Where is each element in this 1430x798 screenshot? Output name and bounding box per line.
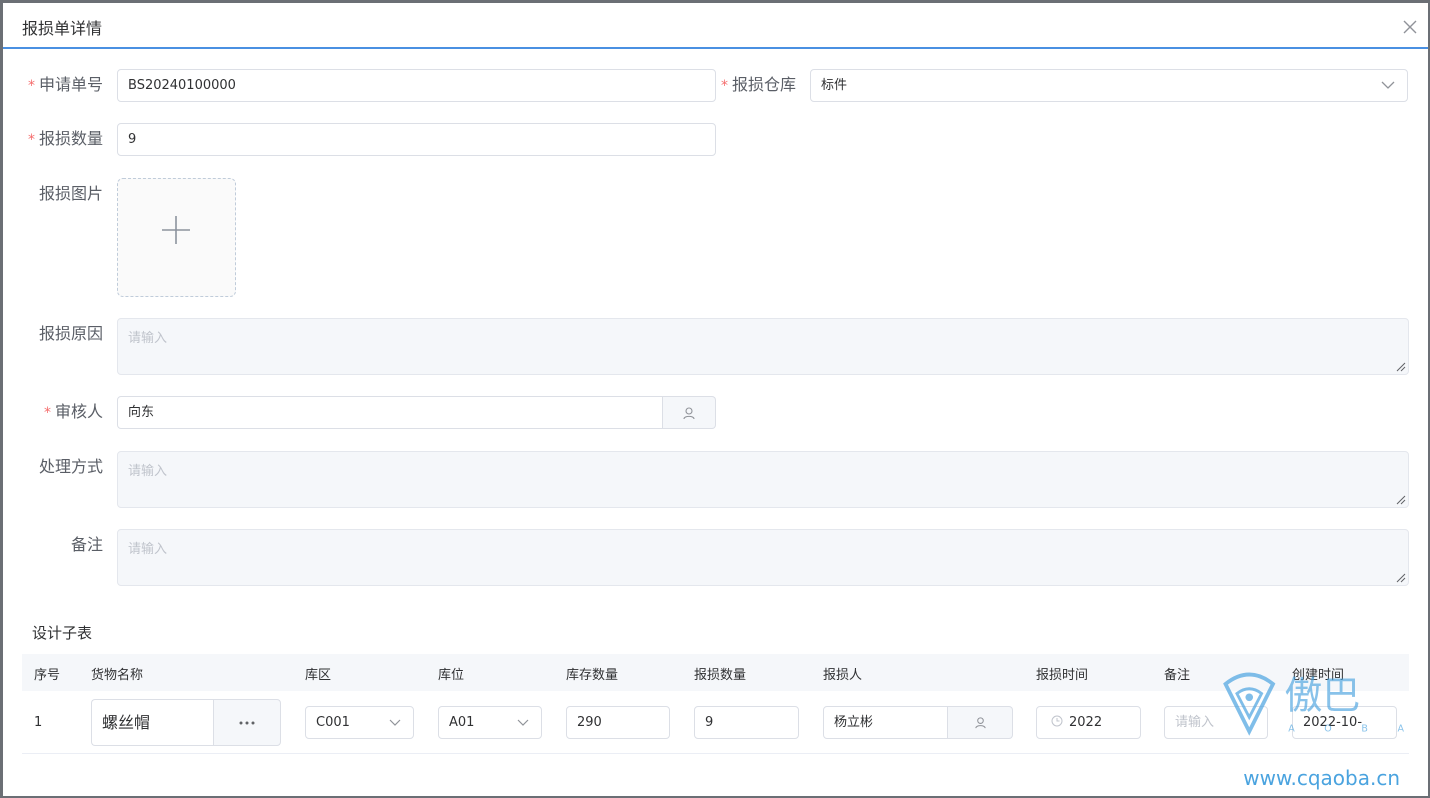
person-picker-button[interactable] — [948, 706, 1013, 739]
dialog: 报损单详情 * 申请单号 BS20240100000 * 报损仓库 标件 * 报损数量… — [3, 3, 1428, 796]
form-row-reviewer: * 审核人 向东 — [3, 396, 716, 429]
header-zone: 库区 — [305, 668, 332, 683]
header-location: 库位 — [438, 668, 465, 683]
dialog-title: 报损单详情 — [22, 19, 103, 38]
method-label: 处理方式 — [38, 457, 103, 476]
header-loss-time: 报损时间 — [1036, 668, 1089, 683]
goods-input[interactable]: 螺丝帽 — [91, 699, 213, 746]
watermark-url: www.cqaoba.cn — [1243, 766, 1400, 790]
chevron-down-icon — [389, 719, 401, 726]
header-goods: 货物名称 — [91, 668, 144, 683]
reviewer-input[interactable]: 向东 — [117, 396, 663, 429]
form-row-remark: 备注 请输入 — [3, 529, 1409, 586]
reason-label: 报损原因 — [38, 324, 103, 343]
goods-more-button[interactable] — [213, 699, 281, 746]
warehouse-label: * 报损仓库 — [720, 75, 796, 94]
header-loss-qty: 报损数量 — [694, 668, 747, 683]
header-index: 序号 — [34, 668, 61, 683]
header-person: 报损人 — [823, 668, 863, 683]
clock-icon — [1051, 715, 1063, 727]
reason-textarea[interactable]: 请输入 — [117, 318, 1409, 375]
remark-textarea[interactable]: 请输入 — [117, 529, 1409, 586]
dialog-header: 报损单详情 — [3, 3, 1428, 49]
person-input-group: 杨立彬 — [823, 706, 1013, 739]
chevron-down-icon — [1381, 81, 1395, 89]
user-icon — [974, 717, 986, 729]
remark-label: 备注 — [70, 535, 103, 554]
form-row-method: 处理方式 请输入 — [3, 451, 1409, 508]
reviewer-picker-button[interactable] — [663, 396, 716, 429]
resize-handle-icon[interactable] — [1396, 573, 1406, 583]
row-index: 1 — [34, 715, 43, 730]
header-remark: 备注 — [1164, 668, 1191, 683]
watermark-brand: 傲巴 — [1284, 674, 1360, 718]
image-upload[interactable] — [117, 178, 236, 297]
close-icon[interactable] — [1402, 19, 1418, 35]
table-row: 1 螺丝帽 C001 A01 290 9 杨立彬 2022 请输入 2022-1… — [22, 691, 1409, 754]
subtable: 序号 货物名称 库区 库位 库存数量 报损数量 报损人 报损时间 备注 创建时间… — [22, 654, 1409, 754]
zone-select[interactable]: C001 — [305, 706, 414, 739]
quantity-input[interactable]: 9 — [117, 123, 716, 156]
plus-icon — [162, 216, 190, 244]
stock-input[interactable]: 290 — [566, 706, 670, 739]
table-header: 序号 货物名称 库区 库位 库存数量 报损数量 报损人 报损时间 备注 创建时间 — [22, 654, 1409, 691]
form-row-quantity: * 报损数量 9 — [3, 123, 716, 156]
form-row-reason: 报损原因 请输入 — [3, 318, 1409, 375]
resize-handle-icon[interactable] — [1396, 362, 1406, 372]
resize-handle-icon[interactable] — [1396, 495, 1406, 505]
person-input[interactable]: 杨立彬 — [823, 706, 948, 739]
subtable-title: 设计子表 — [32, 624, 93, 642]
order-no-label: * 申请单号 — [27, 75, 103, 94]
location-select[interactable]: A01 — [438, 706, 542, 739]
quantity-label: * 报损数量 — [27, 129, 103, 148]
header-stock: 库存数量 — [566, 668, 619, 683]
chevron-down-icon — [517, 719, 529, 726]
watermark-letters: A O B A — [1288, 724, 1406, 735]
method-textarea[interactable]: 请输入 — [117, 451, 1409, 508]
reviewer-input-group: 向东 — [117, 396, 716, 429]
form-row-warehouse: * 报损仓库 标件 — [603, 69, 1408, 102]
form-row-image: 报损图片 — [3, 178, 236, 297]
warehouse-select[interactable]: 标件 — [810, 69, 1408, 102]
loss-qty-input[interactable]: 9 — [694, 706, 799, 739]
reviewer-label: * 审核人 — [43, 402, 103, 421]
loss-time-picker[interactable]: 2022 — [1036, 706, 1141, 739]
brand-watermark-logo: 傲巴 A O B A — [1223, 672, 1406, 736]
goods-input-group: 螺丝帽 — [91, 699, 281, 746]
image-label: 报损图片 — [38, 184, 103, 203]
user-icon — [683, 406, 695, 419]
more-icon — [239, 721, 255, 724]
